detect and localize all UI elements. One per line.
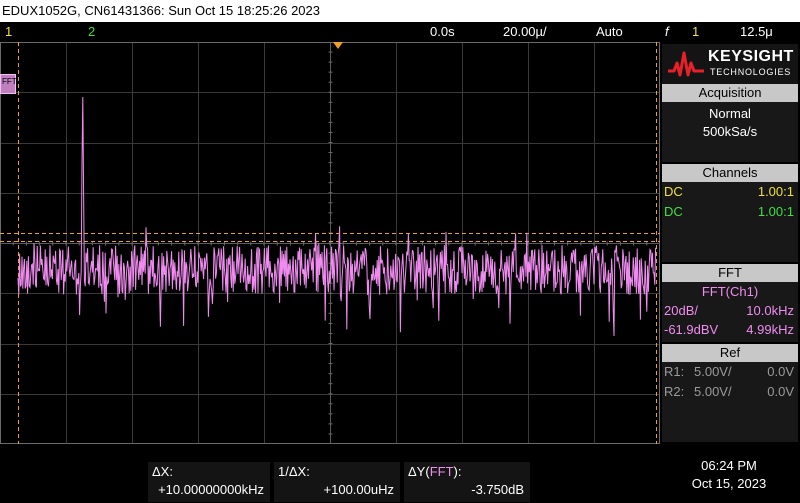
- fft-channel-marker[interactable]: FFT: [0, 74, 17, 94]
- channel-1-coupling: DC: [664, 184, 683, 199]
- clock: 06:24 PM Oct 15, 2023: [674, 458, 784, 491]
- inverse-delta-x-measurement[interactable]: 1/ΔX: +100.00uHz: [274, 462, 400, 502]
- keysight-wave-icon: [668, 51, 704, 77]
- fft-trace: [17, 96, 657, 337]
- title-text: EDUX1052G, CN61431366: Sun Oct 15 18:25:…: [2, 3, 320, 18]
- delta-y-label-suffix: ):: [453, 464, 462, 479]
- delta-y-label: ΔY(FFT):: [408, 464, 461, 479]
- delta-x-measurement[interactable]: ΔX: +10.00000000kHz: [148, 462, 270, 502]
- clock-time: 06:24 PM: [701, 458, 757, 473]
- fft-center: 4.99kHz: [746, 322, 794, 337]
- ref-2-scale: 5.00V/: [694, 384, 732, 399]
- fft-span: 10.0kHz: [746, 303, 794, 318]
- graticule: [0, 42, 660, 444]
- keysight-logo: KEYSIGHT TECHNOLOGIES: [662, 44, 798, 84]
- logo-sub: TECHNOLOGIES: [710, 67, 792, 77]
- acquisition-header[interactable]: Acquisition: [662, 84, 798, 102]
- horizontal-delay[interactable]: 0.0s: [430, 24, 455, 39]
- acquisition-body: Normal 500kSa/s: [662, 102, 798, 162]
- fft-body: FFT(Ch1) 20dB/ 10.0kHz -61.9dBV 4.99kHz: [662, 282, 798, 342]
- trigger-slope-icon: f: [665, 24, 669, 39]
- trigger-level[interactable]: 12.5μ: [740, 24, 773, 39]
- clock-date: Oct 15, 2023: [691, 476, 767, 491]
- logo-brand: KEYSIGHT: [708, 48, 794, 65]
- ref-1-row[interactable]: R1: 5.00V/ 0.0V: [664, 364, 794, 380]
- title-bar: EDUX1052G, CN61431366: Sun Oct 15 18:25:…: [0, 0, 800, 22]
- fft-marker-label: FFT: [2, 77, 17, 86]
- delta-x-value: +10.00000000kHz: [158, 482, 264, 497]
- fft-header[interactable]: FFT: [662, 264, 798, 282]
- delta-y-label-source: FFT: [429, 464, 454, 479]
- fft-scale: 20dB/: [664, 303, 698, 318]
- ref-body: R1: 5.00V/ 0.0V R2: 5.00V/ 0.0V: [662, 362, 798, 442]
- delta-x-label: ΔX:: [152, 464, 173, 479]
- trigger-source[interactable]: 1: [692, 24, 699, 39]
- channels-header[interactable]: Channels: [662, 164, 798, 182]
- channel-2-probe: 1.00:1: [757, 204, 794, 219]
- channels-body: DC 1.00:1 DC 1.00:1: [662, 182, 798, 262]
- ref-1-scale: 5.00V/: [694, 364, 732, 379]
- channel-2-coupling: DC: [664, 204, 683, 219]
- delta-y-value: -3.750dB: [471, 482, 524, 497]
- side-info-panel: KEYSIGHT TECHNOLOGIES Acquisition Normal…: [660, 42, 800, 444]
- waveform-display[interactable]: FFT: [0, 42, 660, 444]
- top-status-bar: 1 2 0.0s 20.00µ/ Auto f 1 12.5μ: [0, 22, 800, 42]
- channel-2-label[interactable]: 2: [88, 24, 95, 39]
- ref-1-offset: 0.0V: [767, 364, 794, 379]
- ref-header[interactable]: Ref: [662, 344, 798, 362]
- channel-1-label[interactable]: 1: [5, 24, 12, 39]
- fft-source: FFT(Ch1): [701, 284, 759, 299]
- channel-1-probe: 1.00:1: [757, 184, 794, 199]
- ref-2-row[interactable]: R2: 5.00V/ 0.0V: [664, 384, 794, 400]
- inverse-delta-x-label: 1/ΔX:: [278, 464, 310, 479]
- channel-2-row[interactable]: DC 1.00:1: [664, 204, 794, 220]
- ref-2-offset: 0.0V: [767, 384, 794, 399]
- trigger-position-marker: [333, 42, 343, 49]
- ref-1-name: R1:: [664, 364, 685, 379]
- channel-1-row[interactable]: DC 1.00:1: [664, 184, 794, 200]
- delta-y-measurement[interactable]: ΔY(FFT): -3.750dB: [404, 462, 530, 502]
- sample-rate: 500kSa/s: [702, 124, 758, 139]
- acquisition-mode: Normal: [709, 106, 751, 121]
- measurement-bar: ΔX: +10.00000000kHz 1/ΔX: +100.00uHz ΔY(…: [0, 444, 800, 503]
- trigger-mode[interactable]: Auto: [596, 24, 623, 39]
- delta-y-label-prefix: ΔY(: [408, 464, 430, 479]
- inverse-delta-x-value: +100.00uHz: [323, 482, 394, 497]
- ref-2-name: R2:: [664, 384, 685, 399]
- fft-offset: -61.9dBV: [664, 322, 719, 337]
- timebase-value[interactable]: 20.00µ/: [503, 24, 547, 39]
